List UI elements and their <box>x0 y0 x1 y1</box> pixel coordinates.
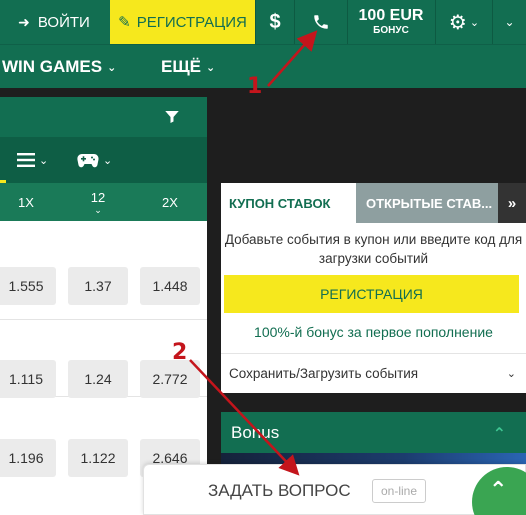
scroll-to-top-button[interactable]: ⌃ <box>472 467 526 515</box>
bonus-caption: БОНУС <box>373 25 409 36</box>
register-label: РЕГИСТРАЦИЯ <box>136 13 247 31</box>
save-load-label: Сохранить/Загрузить события <box>229 366 419 381</box>
odds-button[interactable]: 1.555 <box>0 267 56 305</box>
odds-column-headers: 1X 12 ⌄ 2X <box>0 183 207 221</box>
save-load-events[interactable]: Сохранить/Загрузить события ⌄ <box>221 353 526 393</box>
bonus-button[interactable]: 100 EUR БОНУС <box>348 0 434 44</box>
ask-question-bar[interactable]: ЗАДАТЬ ВОПРОС on-line ⌃ <box>143 464 526 515</box>
column-header-12[interactable]: 12 ⌄ <box>73 183 123 221</box>
bonus-block-title: Bonus <box>231 423 280 442</box>
chevron-down-icon: ⌄ <box>94 204 102 215</box>
divider <box>0 319 207 320</box>
gear-icon: ⚙ <box>448 11 467 34</box>
annotation-label-2: 2 <box>172 340 188 365</box>
settings-button[interactable]: ⚙ ⌄ <box>436 0 492 44</box>
list-icon <box>17 153 35 167</box>
column-header-2x[interactable]: 2X <box>145 183 195 221</box>
nav-win-games[interactable]: WIN GAMES ⌄ <box>2 45 116 89</box>
chevron-up-icon[interactable]: ⌃ <box>493 424 506 444</box>
odds-button[interactable]: 1.448 <box>140 267 200 305</box>
tab-bet-slip[interactable]: КУПОН СТАВОК <box>221 183 356 223</box>
phone-button[interactable] <box>295 0 347 44</box>
game-filter-button[interactable]: ⌄ <box>77 137 112 183</box>
chevron-down-icon: ⌄ <box>39 154 49 167</box>
first-deposit-bonus-text: 100%-й бонус за первое пополнение <box>254 324 493 340</box>
currency-button[interactable]: $ <box>256 0 294 44</box>
bet-slip-register-button[interactable]: РЕГИСТРАЦИЯ <box>224 275 519 313</box>
more-menu-button[interactable]: ⌄ <box>493 0 526 44</box>
odds-button[interactable]: 1.37 <box>68 267 128 305</box>
top-bar: ➜ ВОЙТИ ✎ РЕГИСТРАЦИЯ $ 100 EUR БОНУС ⚙ … <box>0 0 526 44</box>
column-header-1x[interactable]: 1X <box>1 183 51 221</box>
login-button[interactable]: ➜ ВОЙТИ <box>0 0 108 44</box>
nav-more[interactable]: ЕЩЁ ⌄ <box>161 45 215 89</box>
annotation-label-1: 1 <box>247 74 263 99</box>
chevron-down-icon: ⌄ <box>506 368 516 380</box>
online-status-badge: on-line <box>372 479 427 503</box>
chevron-down-icon: ⌄ <box>469 16 480 29</box>
odds-button[interactable]: 1.115 <box>0 360 56 398</box>
chevron-down-icon: ⌄ <box>107 61 117 74</box>
list-view-button[interactable]: ⌄ <box>17 137 48 183</box>
bet-slip-tabs: ОТКРЫТЫЕ СТАВ... КУПОН СТАВОК » <box>221 183 526 223</box>
view-toolbar: ⌄ ⌄ <box>0 137 207 183</box>
double-chevron-up-icon: ⌃ <box>489 477 508 502</box>
odds-button[interactable]: 1.122 <box>68 439 128 477</box>
events-panel-header <box>0 97 207 137</box>
tabs-scroll-button[interactable]: » <box>498 183 526 223</box>
phone-icon <box>314 15 328 29</box>
filter-icon[interactable] <box>163 108 181 126</box>
tab-open-bets[interactable]: ОТКРЫТЫЕ СТАВ... <box>346 183 498 223</box>
nav-win-games-label: WIN GAMES <box>2 57 103 76</box>
login-icon: ➜ <box>18 13 30 30</box>
gamepad-icon <box>77 154 99 168</box>
bet-slip-empty-text: Добавьте события в купон или введите код… <box>224 232 523 266</box>
column-header-12-label: 12 <box>90 189 106 205</box>
chevron-down-icon: ⌄ <box>103 154 113 167</box>
secondary-nav: WIN GAMES ⌄ ЕЩЁ ⌄ <box>0 44 526 88</box>
bonus-amount: 100 EUR <box>358 7 424 24</box>
dollar-icon: $ <box>269 10 281 33</box>
odds-button[interactable]: 1.196 <box>0 439 56 477</box>
login-label: ВОЙТИ <box>37 13 90 31</box>
chevron-down-icon: ⌄ <box>206 61 216 74</box>
nav-more-label: ЕЩЁ <box>161 57 202 76</box>
chevron-down-icon: ⌄ <box>504 15 515 29</box>
edit-icon: ✎ <box>118 14 131 31</box>
ask-question-label: ЗАДАТЬ ВОПРОС <box>208 481 351 500</box>
odds-button[interactable]: 2.772 <box>140 360 200 398</box>
odds-button[interactable]: 1.24 <box>68 360 128 398</box>
bet-slip: ОТКРЫТЫЕ СТАВ... КУПОН СТАВОК » Добавьте… <box>221 183 526 393</box>
register-button[interactable]: ✎ РЕГИСТРАЦИЯ <box>110 0 255 44</box>
events-panel: ⌄ ⌄ 1X 12 ⌄ 2X 1.555 1.37 1.448 1.115 1.… <box>0 97 207 515</box>
